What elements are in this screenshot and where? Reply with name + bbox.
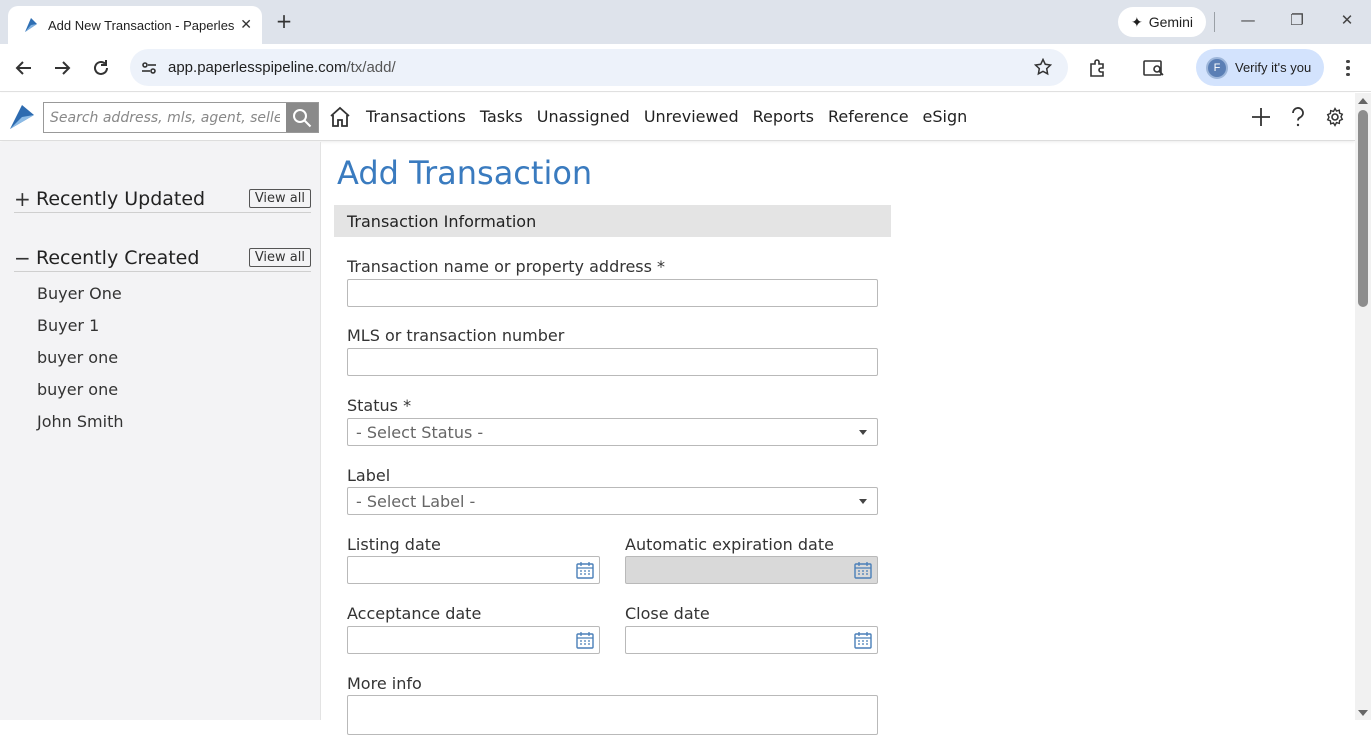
site-info-icon[interactable] [138,57,160,79]
acceptance-date-label: Acceptance date [347,604,482,623]
recently-updated-title[interactable]: Recently Updated [36,188,249,210]
list-item[interactable]: buyer one [37,378,123,410]
collapse-icon[interactable]: − [14,248,31,268]
mls-label: MLS or transaction number [347,326,565,345]
mls-input[interactable] [347,348,878,376]
search-input[interactable] [44,103,286,132]
status-select-value: - Select Status - [356,422,484,442]
chevron-down-icon [859,430,867,435]
close-date-input[interactable] [625,626,878,654]
url-text: app.paperlesspipeline.com/tx/add/ [168,59,396,76]
address-bar[interactable]: app.paperlesspipeline.com/tx/add/ [130,49,1068,86]
reload-icon[interactable] [89,56,113,80]
recently-created-title[interactable]: Recently Created [36,247,249,269]
expand-icon[interactable]: + [14,189,31,209]
tab-title: Add New Transaction - Paperless Pipeline [48,17,235,33]
label-select-value: - Select Label - [356,491,476,511]
forward-icon[interactable] [50,56,74,80]
listing-date-label: Listing date [347,535,441,554]
back-icon[interactable] [12,56,36,80]
recently-updated-header: + Recently Updated View all [14,185,311,213]
chevron-down-icon [859,499,867,504]
recently-created-view-all-button[interactable]: View all [248,248,311,267]
calendar-icon[interactable] [853,630,873,650]
bookmark-star-icon[interactable] [1033,57,1053,80]
page-title: Add Transaction [337,154,593,192]
more-info-label: More info [347,674,422,693]
browser-tab[interactable]: Add New Transaction - Paperless Pipeline… [8,6,262,44]
nav-tasks[interactable]: Tasks [480,107,523,126]
nav-reference[interactable]: Reference [828,107,909,126]
transaction-name-input[interactable] [347,279,878,307]
calendar-icon[interactable] [575,630,595,650]
nav-esign[interactable]: eSign [923,107,968,126]
window-close-icon[interactable]: ✕ [1337,11,1357,29]
main-content: Add Transaction Transaction Information … [322,142,1355,735]
url-domain: app.paperlesspipeline.com [168,59,347,76]
sidebar: + Recently Updated View all − Recently C… [0,142,321,720]
minimize-icon[interactable]: — [1238,11,1258,29]
browser-menu-icon[interactable] [1338,56,1358,80]
tab-search-icon[interactable] [1142,56,1166,80]
list-item[interactable]: John Smith [37,410,123,442]
app-header: Transactions Tasks Unassigned Unreviewed… [0,93,1355,141]
section-header: Transaction Information [334,205,891,237]
gemini-button[interactable]: ✦ Gemini [1118,7,1206,37]
paperless-pipeline-favicon [25,18,37,32]
list-item[interactable]: Buyer 1 [37,314,123,346]
home-icon[interactable] [328,105,352,129]
help-icon[interactable] [1286,105,1310,129]
calendar-icon [854,562,872,579]
more-info-textarea[interactable] [347,695,878,735]
tab-close-icon[interactable]: ✕ [240,17,252,33]
settings-gear-icon[interactable] [1323,105,1347,129]
transaction-name-label: Transaction name or property address * [347,257,666,276]
tabbar-divider [1214,12,1215,32]
list-item[interactable]: Buyer One [37,282,123,314]
profile-verify-button[interactable]: F Verify it's you [1196,49,1324,86]
scrollbar-thumb[interactable] [1358,110,1368,307]
scroll-up-icon[interactable] [1358,98,1368,104]
expiration-date-input [625,556,878,584]
main-nav: Transactions Tasks Unassigned Unreviewed… [366,107,967,126]
browser-toolbar: app.paperlesspipeline.com/tx/add/ F Veri… [0,44,1371,92]
profile-avatar: F [1206,56,1228,79]
expiration-date-label: Automatic expiration date [625,535,834,554]
recently-created-list: Buyer One Buyer 1 buyer one buyer one Jo… [37,282,123,442]
new-tab-icon[interactable]: + [273,10,295,32]
label-select[interactable]: - Select Label - [347,487,878,515]
extensions-icon[interactable] [1085,56,1109,80]
nav-reports[interactable]: Reports [753,107,814,126]
app-logo[interactable] [8,103,36,131]
acceptance-date-input[interactable] [347,626,600,654]
close-date-label: Close date [625,604,710,623]
nav-transactions[interactable]: Transactions [366,107,466,126]
recently-created-header: − Recently Created View all [14,244,311,272]
search-icon [293,108,312,127]
label-label: Label [347,466,391,485]
gemini-sparkle-icon: ✦ [1130,13,1143,30]
url-path: /tx/add/ [346,59,396,76]
nav-unassigned[interactable]: Unassigned [537,107,630,126]
verify-label: Verify it's you [1235,60,1312,75]
browser-tab-bar: Add New Transaction - Paperless Pipeline… [0,0,1371,44]
search-button[interactable] [286,103,318,132]
recently-updated-view-all-button[interactable]: View all [248,189,311,208]
gemini-label: Gemini [1148,14,1194,30]
nav-unreviewed[interactable]: Unreviewed [644,107,739,126]
list-item[interactable]: buyer one [37,346,123,378]
listing-date-input[interactable] [347,556,600,584]
status-label: Status * [347,396,412,415]
global-search [43,102,319,133]
restore-icon[interactable]: ❐ [1287,11,1307,29]
scroll-down-icon[interactable] [1358,710,1368,716]
status-select[interactable]: - Select Status - [347,418,878,446]
calendar-icon[interactable] [575,560,595,580]
add-icon[interactable] [1249,105,1273,129]
